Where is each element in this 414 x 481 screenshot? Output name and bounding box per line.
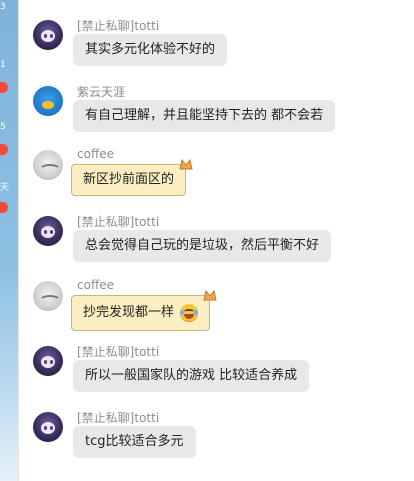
sender-nickname[interactable]: [禁止私聊]totti [77, 213, 159, 230]
blue-bird-avatar[interactable] [33, 86, 63, 116]
sender-nickname[interactable]: [禁止私聊]totti [77, 409, 159, 426]
side-count: 3 [0, 2, 6, 12]
message-bubble[interactable]: tcg比较适合多元 [73, 426, 196, 458]
sender-nickname[interactable]: 紫云天涯 [77, 83, 125, 100]
purple-anime-avatar[interactable] [33, 346, 63, 376]
side-count: 5 [0, 122, 6, 132]
sender-nickname[interactable]: [禁止私聊]totti [77, 343, 159, 360]
sender-nickname[interactable]: coffee [77, 147, 114, 161]
cat-avatar[interactable] [33, 150, 63, 180]
sender-nickname[interactable]: coffee [77, 278, 114, 292]
purple-anime-avatar[interactable] [33, 216, 63, 246]
message-bubble[interactable]: 所以一般国家队的游戏 比较适合养成 [73, 360, 310, 392]
message-bubble[interactable]: 新区抄前面区的 [71, 159, 193, 196]
laugh-cry-emoji-icon [180, 303, 199, 322]
unread-badge [0, 82, 8, 93]
unread-badge [0, 202, 8, 213]
message-bubble[interactable]: 其实多元化体验不好的 [73, 34, 228, 66]
purple-anime-avatar[interactable] [33, 412, 63, 442]
message-bubble[interactable]: 总会觉得自己玩的是垃圾，然后平衡不好 [73, 230, 332, 262]
cat-ear-icon [203, 290, 217, 301]
message-bubble[interactable]: 抄完发现都一样 [71, 290, 217, 331]
cat-ear-icon [179, 159, 193, 170]
unread-badge [0, 144, 8, 155]
sender-nickname[interactable]: [禁止私聊]totti [77, 17, 159, 34]
message-text: 新区抄前面区的 [83, 172, 175, 187]
message-text: 抄完发现都一样 [83, 305, 175, 320]
side-count: 天 [0, 183, 10, 193]
conversation-list-strip[interactable]: 3 1 5 天 [0, 0, 18, 481]
purple-anime-avatar[interactable] [33, 20, 63, 50]
side-count: 1 [0, 60, 6, 70]
message-bubble[interactable]: 有自己理解，并且能坚持下去的 都不会若 [73, 100, 336, 132]
panel-divider [18, 0, 19, 481]
cat-avatar[interactable] [33, 281, 63, 311]
